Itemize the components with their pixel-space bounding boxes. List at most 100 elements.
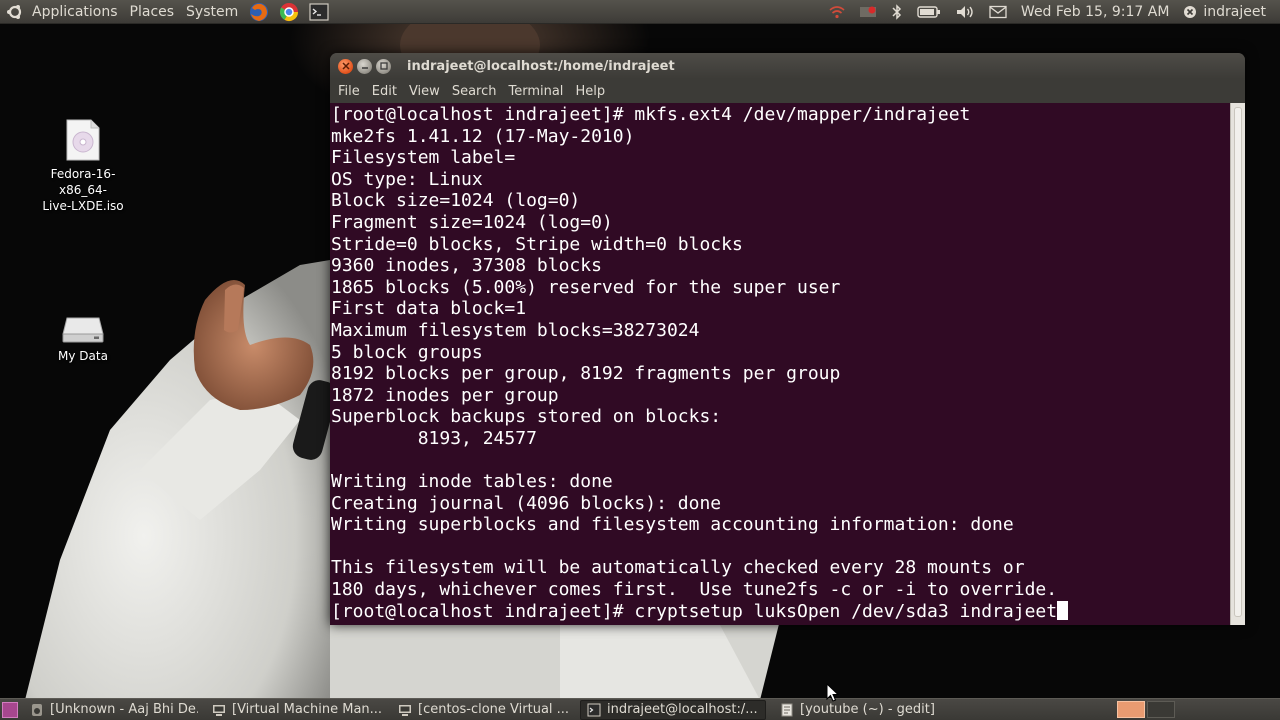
battery-icon <box>917 5 940 18</box>
volume-indicator[interactable] <box>955 4 975 20</box>
terminal-line: mke2fs 1.41.12 (17-May-2010) <box>331 125 635 147</box>
terminal-window[interactable]: indrajeet@localhost:/home/indrajeet File… <box>330 53 1245 625</box>
terminal-titlebar[interactable]: indrajeet@localhost:/home/indrajeet <box>330 53 1245 79</box>
menu-file[interactable]: File <box>332 84 366 99</box>
terminal-line: OS type: Linux <box>331 168 483 190</box>
vm-manager-icon <box>213 704 225 716</box>
text-editor-icon <box>781 703 793 716</box>
terminal-scrollbar[interactable] <box>1230 103 1245 625</box>
menu-help[interactable]: Help <box>569 84 611 99</box>
terminal-line: 5 block groups <box>331 341 483 363</box>
desktop-icon-fedora-iso[interactable]: Fedora-16-x86_64- Live-LXDE.iso <box>28 118 138 214</box>
message-icon <box>989 5 1007 18</box>
terminal-line: This filesystem will be automatically ch… <box>331 557 1025 579</box>
terminal-icon <box>587 703 601 716</box>
top-panel: Applications Places System Wed Feb 15, 9… <box>0 0 1280 24</box>
menu-edit[interactable]: Edit <box>366 84 403 99</box>
terminal-prompt-line[interactable]: [root@localhost indrajeet]# cryptsetup l… <box>331 600 1230 623</box>
scrollbar-thumb[interactable] <box>1234 107 1242 617</box>
taskbar-item[interactable]: [centos-clone Virtual ... <box>392 700 572 720</box>
terminal-line: 8193, 24577 <box>331 427 537 449</box>
terminal-line: Superblock backups stored on blocks: <box>331 406 722 428</box>
battery-indicator[interactable] <box>917 5 941 19</box>
terminal-line: Creating journal (4096 blocks): done <box>331 492 722 514</box>
close-button[interactable] <box>338 58 353 74</box>
terminal-line: 1865 blocks (5.00%) reserved for the sup… <box>331 276 841 298</box>
taskbar-item[interactable]: [Unknown - Aaj Bhi De... <box>24 700 198 720</box>
main-menu: Applications Places System <box>0 1 244 23</box>
ubuntu-logo-icon[interactable] <box>6 3 24 21</box>
bluetooth-icon <box>892 3 901 20</box>
terminal-line: Maximum filesystem blocks=38273024 <box>331 319 700 341</box>
session-icon <box>1184 5 1197 18</box>
terminal-icon <box>309 2 329 21</box>
taskbar-item-label: [centos-clone Virtual ... <box>418 702 570 717</box>
maximize-icon <box>379 62 388 70</box>
prompt-command: [root@localhost indrajeet]# cryptsetup l… <box>331 600 1058 622</box>
terminal-menubar: File Edit View Search Terminal Help <box>330 79 1245 103</box>
menu-terminal[interactable]: Terminal <box>502 84 569 99</box>
mouse-pointer-icon <box>826 683 840 702</box>
maximize-button[interactable] <box>376 58 391 74</box>
taskbar-item-label: [Virtual Machine Man... <box>232 702 383 717</box>
taskbar-item[interactable]: [Virtual Machine Man... <box>206 700 384 720</box>
clock[interactable]: Wed Feb 15, 9:17 AM <box>1021 4 1169 20</box>
vm-console-icon <box>399 704 411 716</box>
wifi-indicator[interactable] <box>829 5 845 19</box>
desktop-icon-label-line1: Fedora-16-x86_64- <box>50 167 116 197</box>
disc-image-icon <box>66 119 100 161</box>
taskbar-item-label: [youtube (~) - gedit] <box>800 702 935 717</box>
mail-indicator[interactable] <box>859 5 877 19</box>
workspace-2[interactable] <box>1147 701 1175 718</box>
terminal-line: First data block=1 <box>331 298 527 320</box>
firefox-launcher[interactable] <box>248 1 270 23</box>
panel-indicators: Wed Feb 15, 9:17 AM indrajeet <box>829 4 1280 20</box>
terminal-line: Writing superblocks and filesystem accou… <box>331 514 1014 536</box>
places-menu[interactable]: Places <box>124 1 181 23</box>
chrome-launcher[interactable] <box>278 1 300 23</box>
applications-menu[interactable]: Applications <box>26 1 124 23</box>
terminal-line: 9360 inodes, 37308 blocks <box>331 255 602 277</box>
audio-player-icon <box>32 703 42 716</box>
minimize-icon <box>361 67 368 69</box>
drive-icon <box>62 317 104 343</box>
taskbar-item[interactable]: [youtube (~) - gedit] <box>774 700 944 720</box>
terminal-line: Stride=0 blocks, Stripe width=0 blocks <box>331 233 743 255</box>
terminal-line: Fragment size=1024 (log=0) <box>331 211 613 233</box>
wifi-icon <box>829 5 845 18</box>
bottom-panel: [Unknown - Aaj Bhi De... [Virtual Machin… <box>0 698 1280 720</box>
taskbar-item-label: [Unknown - Aaj Bhi De... <box>50 702 198 717</box>
system-menu[interactable]: System <box>180 1 244 23</box>
firefox-icon <box>250 2 269 21</box>
terminal-line: 8192 blocks per group, 8192 fragments pe… <box>331 363 841 385</box>
menu-view[interactable]: View <box>403 84 446 99</box>
terminal-line: Filesystem label= <box>331 147 516 169</box>
taskbar-item-label: indrajeet@localhost:/... <box>607 702 758 717</box>
terminal-launcher[interactable] <box>308 1 330 23</box>
desktop-icon-my-data[interactable]: My Data <box>28 314 138 364</box>
desktop-icon-label-line2: Live-LXDE.iso <box>42 199 124 213</box>
close-icon <box>341 62 350 70</box>
minimize-button[interactable] <box>357 58 372 74</box>
message-indicator[interactable] <box>989 5 1007 19</box>
window-title: indrajeet@localhost:/home/indrajeet <box>407 58 675 74</box>
menu-search[interactable]: Search <box>446 84 503 99</box>
username-label: indrajeet <box>1203 3 1266 20</box>
terminal-line: 180 days, whichever comes first. Use tun… <box>331 579 1058 601</box>
volume-icon <box>956 5 973 18</box>
terminal-line: 1872 inodes per group <box>331 384 559 406</box>
user-menu[interactable]: indrajeet <box>1183 4 1266 20</box>
text-cursor <box>1057 600 1069 620</box>
mail-indicator-icon <box>859 6 876 17</box>
terminal-line: Writing inode tables: done <box>331 471 613 493</box>
terminal-output[interactable]: [root@localhost indrajeet]# mkfs.ext4 /d… <box>330 103 1230 625</box>
chrome-icon <box>280 2 299 21</box>
show-desktop-button[interactable] <box>2 701 18 718</box>
workspace-1[interactable] <box>1117 701 1145 718</box>
taskbar-item-active[interactable]: indrajeet@localhost:/... <box>580 699 766 720</box>
desktop-icon-label: My Data <box>58 349 108 363</box>
terminal-line: [root@localhost indrajeet]# mkfs.ext4 /d… <box>331 104 971 125</box>
bluetooth-indicator[interactable] <box>891 3 903 20</box>
